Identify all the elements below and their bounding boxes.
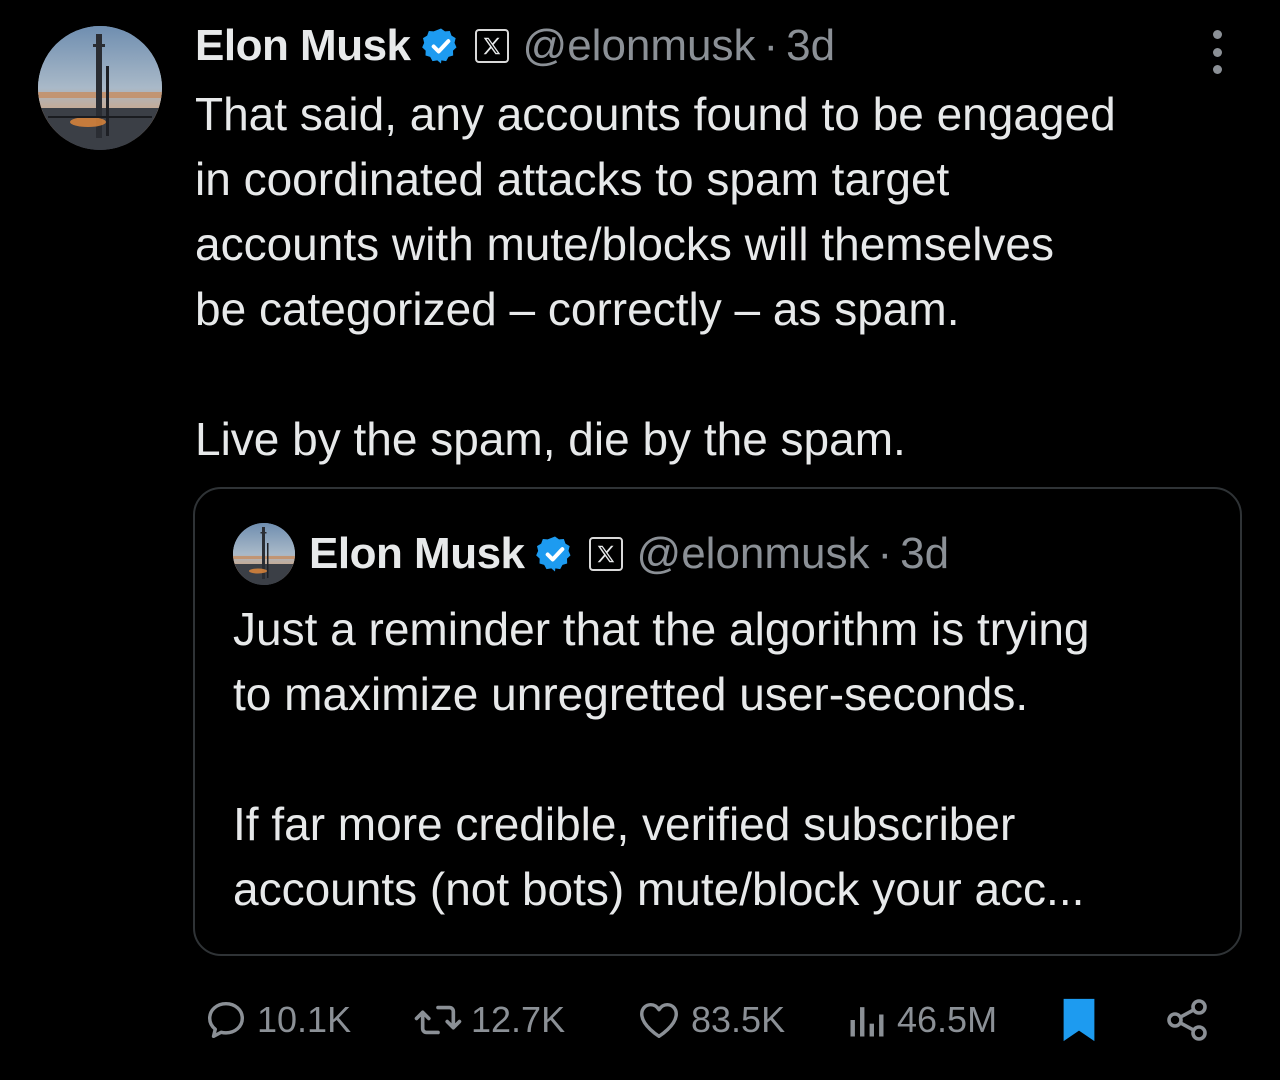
quoted-author-name: Elon Musk <box>309 529 525 578</box>
views-icon <box>850 1007 884 1037</box>
avatar[interactable] <box>38 26 162 150</box>
reply-button[interactable]: 10.1K <box>203 990 351 1050</box>
timestamp[interactable]: 3d <box>786 21 835 71</box>
repost-icon <box>414 1005 462 1035</box>
separator-dot: · <box>877 529 893 578</box>
share-icon <box>1167 999 1207 1041</box>
x-logo-icon[interactable] <box>474 29 509 63</box>
bookmark-button[interactable] <box>1057 990 1101 1050</box>
separator-dot: · <box>763 21 779 70</box>
quoted-tweet-header: Elon Musk @elonmusk · 3d <box>233 521 949 587</box>
share-button[interactable] <box>1163 990 1211 1050</box>
views-button[interactable]: 46.5M <box>845 990 997 1050</box>
verified-badge-icon <box>535 536 571 572</box>
quoted-tweet[interactable]: Elon Musk @elonmusk · 3d Just a reminder… <box>193 487 1242 956</box>
repost-button[interactable]: 12.7K <box>413 990 565 1050</box>
repost-count: 12.7K <box>471 999 566 1040</box>
quoted-tweet-text: Just a reminder that the algorithm is tr… <box>233 603 1090 915</box>
like-button[interactable]: 83.5K <box>635 990 785 1050</box>
quoted-avatar-starship-image <box>233 523 295 585</box>
bookmark-icon <box>1063 998 1095 1042</box>
tweet-text: That said, any accounts found to be enga… <box>195 88 1116 465</box>
quoted-timestamp: 3d <box>900 529 950 578</box>
author-name[interactable]: Elon Musk <box>195 21 411 71</box>
views-count: 46.5M <box>897 999 998 1040</box>
heart-icon <box>640 1002 678 1039</box>
like-count: 83.5K <box>691 999 786 1040</box>
author-handle[interactable]: @elonmusk <box>523 21 756 71</box>
action-bar: 10.1K 12.7K 83.5K 46.5M <box>195 990 1225 1050</box>
quoted-author-handle: @elonmusk <box>636 529 870 578</box>
tweet[interactable]: Elon Musk @elonmusk · 3d That said, any … <box>0 0 1280 1080</box>
avatar-starship-image <box>38 26 162 150</box>
more-options-icon[interactable] <box>1205 30 1229 74</box>
reply-icon <box>207 1001 245 1039</box>
reply-count: 10.1K <box>257 999 352 1040</box>
verified-badge-icon[interactable] <box>421 26 461 66</box>
x-logo-icon <box>588 537 623 571</box>
tweet-header: Elon Musk @elonmusk · 3d <box>195 18 835 74</box>
quoted-avatar <box>233 523 295 585</box>
